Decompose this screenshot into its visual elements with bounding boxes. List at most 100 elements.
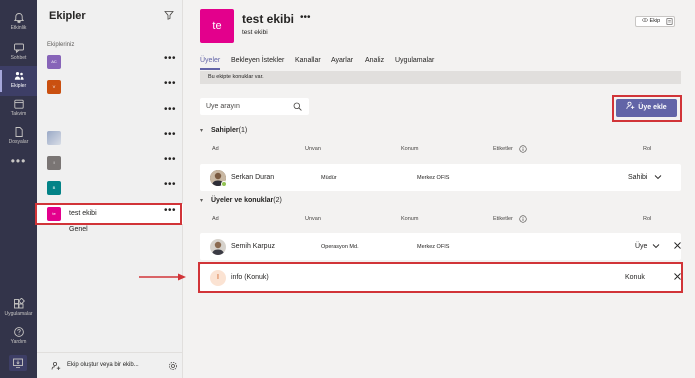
column-name: Ad bbox=[212, 146, 219, 152]
team-more-button[interactable]: ••• bbox=[164, 104, 176, 115]
member-role-dropdown[interactable]: Sahibi bbox=[628, 174, 647, 181]
team-more-button[interactable]: ••• bbox=[164, 78, 176, 89]
files-icon bbox=[15, 127, 23, 137]
team-row[interactable]: AC ••• bbox=[37, 52, 183, 72]
monitor-download-icon bbox=[13, 358, 23, 368]
member-title: Müdür bbox=[321, 175, 337, 181]
member-location: Merkez OFIS bbox=[417, 175, 450, 181]
remove-member-icon[interactable] bbox=[673, 241, 682, 250]
team-avatar: AC bbox=[47, 55, 61, 69]
section-label: Ekipleriniz bbox=[47, 42, 75, 48]
settings-gear-icon[interactable] bbox=[168, 361, 178, 371]
add-member-label: Üye ekle bbox=[638, 104, 667, 111]
tab-settings[interactable]: Ayarlar bbox=[331, 57, 353, 64]
team-more-button[interactable]: ••• bbox=[164, 205, 176, 216]
team-header-avatar: te bbox=[200, 9, 234, 43]
info-icon[interactable] bbox=[519, 145, 527, 153]
tab-pending-requests[interactable]: Bekleyen İstekler bbox=[231, 57, 284, 64]
team-avatar bbox=[47, 131, 61, 145]
team-row-test-ekibi[interactable]: te test ekibi ••• bbox=[37, 204, 183, 224]
arrow-right-icon bbox=[139, 273, 186, 281]
column-name: Ad bbox=[212, 216, 219, 222]
column-title: Unvan bbox=[305, 216, 321, 222]
member-title: Operasyon Md. bbox=[321, 244, 359, 250]
remove-member-icon[interactable] bbox=[673, 272, 682, 281]
help-icon bbox=[13, 327, 24, 337]
team-row[interactable]: ••• bbox=[37, 103, 183, 123]
team-title-more-button[interactable]: ••• bbox=[300, 12, 311, 23]
member-role: Konuk bbox=[625, 274, 645, 281]
person-photo bbox=[210, 239, 226, 255]
rail-more-button[interactable]: ••• bbox=[0, 154, 37, 168]
team-avatar: B bbox=[47, 181, 61, 195]
channel-general[interactable]: Genel bbox=[69, 226, 88, 233]
calendar-icon bbox=[13, 99, 24, 109]
join-or-create-team-link[interactable]: Ekip oluştur veya bir ekib... bbox=[67, 362, 139, 368]
chevron-down-icon[interactable]: ▾ bbox=[200, 197, 203, 204]
chevron-down-icon[interactable] bbox=[653, 172, 663, 182]
team-badge[interactable]: Ekip bbox=[635, 16, 675, 27]
tab-apps[interactable]: Uygulamalar bbox=[395, 57, 434, 64]
avatar bbox=[210, 239, 226, 255]
rail-teams-label: Ekipler bbox=[10, 83, 27, 89]
team-row[interactable]: B ••• bbox=[37, 178, 183, 198]
team-more-button[interactable]: ••• bbox=[164, 129, 176, 140]
presence-available-icon bbox=[221, 181, 227, 187]
rail-calendar[interactable]: Takvim bbox=[0, 94, 37, 124]
member-row-semih-karpuz: Semih Karpuz Operasyon Md. Merkez OFIS Ü… bbox=[200, 233, 681, 260]
rail-device-button[interactable] bbox=[9, 355, 27, 371]
search-icon[interactable] bbox=[293, 102, 302, 111]
teams-icon bbox=[14, 72, 24, 80]
team-row[interactable]: I ••• bbox=[37, 153, 183, 173]
team-more-button[interactable]: ••• bbox=[164, 179, 176, 190]
info-icon[interactable] bbox=[519, 215, 527, 223]
member-location: Merkez OFIS bbox=[417, 244, 450, 250]
rail-chat[interactable]: Sohbet bbox=[0, 38, 37, 68]
member-role-dropdown[interactable]: Üye bbox=[635, 243, 647, 250]
tab-channels[interactable]: Kanallar bbox=[295, 57, 321, 64]
app-rail: Etkinlik Sohbet Ekipler Takvim Dosyalar … bbox=[0, 0, 37, 378]
owners-group-title[interactable]: Sahipler(1) bbox=[211, 127, 247, 134]
tab-members[interactable]: Üyeler bbox=[200, 57, 221, 70]
bell-icon bbox=[13, 13, 24, 24]
member-row-serkan-duran: Serkan Duran Müdür Merkez OFIS Sahibi bbox=[200, 164, 681, 191]
rail-activity[interactable]: Etkinlik bbox=[0, 8, 37, 38]
column-location: Konum bbox=[401, 216, 419, 222]
chevron-down-icon[interactable]: ▾ bbox=[200, 127, 203, 134]
page-title: test ekibi bbox=[242, 12, 295, 26]
team-row[interactable]: ••• bbox=[37, 128, 183, 148]
panel-title: Ekipler bbox=[49, 10, 86, 22]
team-more-button[interactable]: ••• bbox=[164, 154, 176, 165]
rail-chat-label: Sohbet bbox=[10, 55, 27, 61]
rail-files[interactable]: Dosyalar bbox=[0, 122, 37, 152]
team-main: te test ekibi ••• test ekibi Ekip Üyeler… bbox=[184, 0, 695, 378]
team-avatar: te bbox=[47, 207, 61, 221]
team-more-button[interactable]: ••• bbox=[164, 53, 176, 64]
add-person-icon bbox=[626, 101, 635, 110]
column-role: Rol bbox=[643, 146, 652, 152]
rail-teams[interactable]: Ekipler bbox=[0, 66, 37, 96]
member-name: Semih Karpuz bbox=[231, 243, 275, 250]
add-member-button[interactable]: Üye ekle bbox=[616, 99, 677, 117]
apps-icon bbox=[13, 298, 25, 309]
member-search bbox=[200, 98, 309, 115]
guest-notice: Bu ekipte konuklar var. bbox=[200, 71, 681, 84]
chat-icon bbox=[13, 43, 24, 54]
column-location: Konum bbox=[401, 146, 419, 152]
rail-apps-label: Uygulamalar bbox=[4, 311, 33, 317]
team-row[interactable]: V ••• bbox=[37, 77, 183, 97]
chevron-down-icon[interactable] bbox=[651, 241, 661, 251]
column-tags: Etiketler bbox=[493, 216, 513, 222]
member-name: info (Konuk) bbox=[231, 274, 269, 281]
member-search-input[interactable] bbox=[206, 98, 291, 115]
rail-help[interactable]: Yardım bbox=[0, 322, 37, 352]
rail-apps[interactable]: Uygulamalar bbox=[0, 294, 37, 324]
filter-icon[interactable] bbox=[164, 10, 174, 20]
tab-analytics[interactable]: Analiz bbox=[365, 57, 384, 64]
teams-app: Etkinlik Sohbet Ekipler Takvim Dosyalar … bbox=[0, 0, 695, 378]
column-title: Unvan bbox=[305, 146, 321, 152]
info-panel-icon bbox=[666, 18, 673, 25]
members-guests-group-title[interactable]: Üyeler ve konuklar(2) bbox=[211, 197, 282, 204]
panel-footer: Ekip oluştur veya bir ekib... bbox=[37, 352, 183, 378]
rail-calendar-label: Takvim bbox=[10, 111, 27, 117]
